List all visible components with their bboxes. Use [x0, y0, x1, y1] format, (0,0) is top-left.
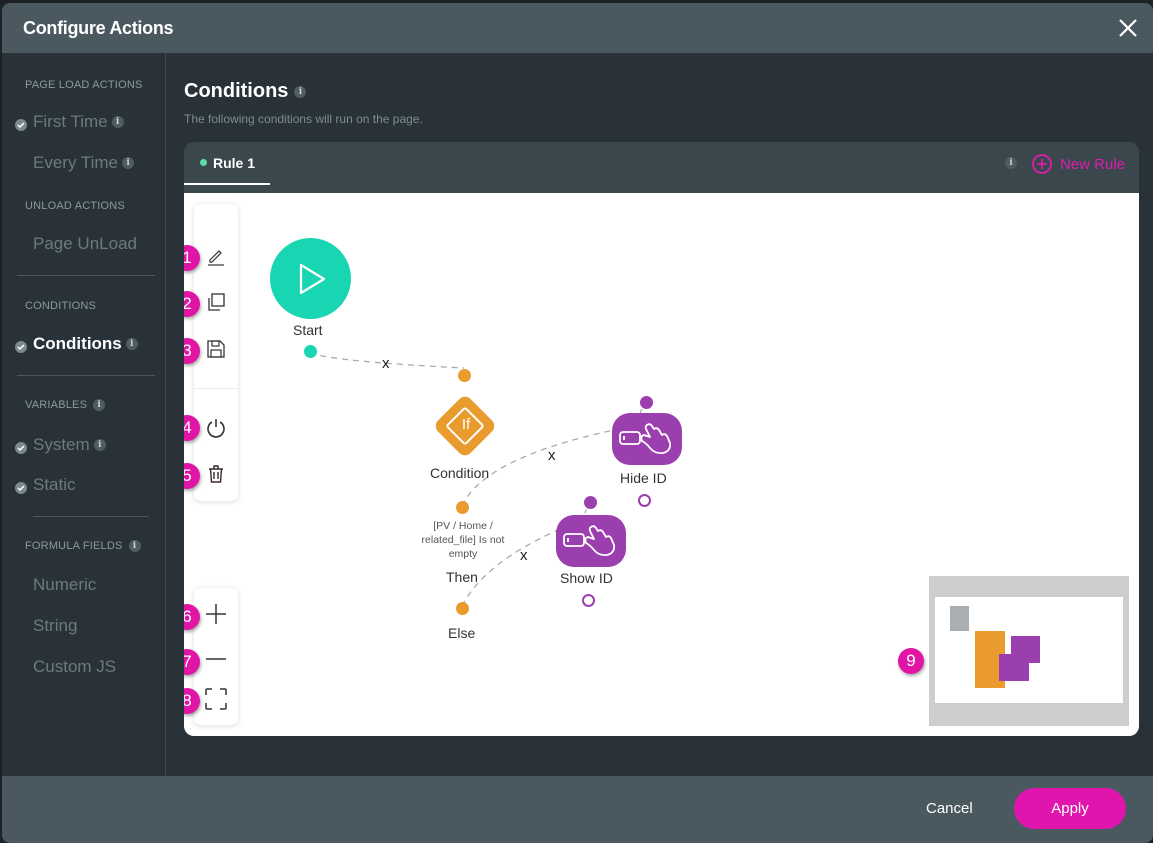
section-heading-page-load: PAGE LOAD ACTIONS — [25, 79, 143, 91]
then-label: Then — [446, 569, 478, 585]
show-input-port[interactable] — [584, 496, 597, 509]
info-icon[interactable]: i — [111, 116, 124, 128]
new-rule-button[interactable]: New Rule — [1032, 154, 1125, 174]
tab-rule-1[interactable]: Rule 1 — [184, 142, 270, 185]
configure-actions-dialog: Configure Actions PAGE LOAD ACTIONS Firs… — [2, 3, 1153, 843]
condition-label: Condition — [430, 465, 490, 481]
info-icon[interactable]: i — [93, 439, 106, 451]
sidebar-item-custom-js[interactable]: Custom JS — [33, 657, 116, 677]
info-icon[interactable]: i — [128, 540, 141, 552]
flow-canvas[interactable]: 1 2 3 4 5 6 7 8 9 Start x If Condition [… — [184, 193, 1139, 736]
section-heading-variables: VARIABLES i — [25, 399, 106, 411]
info-icon[interactable]: i — [294, 85, 307, 98]
divider — [17, 375, 155, 376]
rule-tabs-bar: Rule 1 i New Rule — [184, 142, 1139, 194]
node-toolbox — [194, 204, 238, 501]
zoom-in-icon[interactable] — [204, 602, 228, 626]
sidebar-item-numeric[interactable]: Numeric — [33, 575, 96, 595]
click-element-icon — [563, 525, 616, 557]
sidebar-item-every-time[interactable]: Every Time i — [33, 153, 135, 173]
page-subtitle: The following conditions will run on the… — [184, 112, 423, 126]
minimap[interactable] — [929, 576, 1129, 726]
divider — [33, 516, 149, 517]
section-heading-unload: UNLOAD ACTIONS — [25, 200, 125, 212]
minimap-show-node — [999, 654, 1029, 681]
sidebar-item-string[interactable]: String — [33, 616, 77, 636]
start-label: Start — [293, 322, 323, 338]
check-icon — [15, 482, 27, 494]
divider — [17, 275, 155, 276]
badge-9: 9 — [898, 648, 924, 674]
then-output-port[interactable] — [456, 501, 469, 514]
check-icon — [15, 442, 27, 454]
start-output-port[interactable] — [304, 345, 317, 358]
sidebar-item-system[interactable]: System i — [33, 435, 106, 455]
info-icon[interactable]: i — [122, 157, 135, 169]
dialog-title: Configure Actions — [23, 18, 174, 38]
remove-edge-icon[interactable]: x — [520, 547, 528, 564]
condition-input-port[interactable] — [458, 369, 471, 382]
copy-icon[interactable] — [204, 290, 228, 314]
hide-input-port[interactable] — [640, 396, 653, 409]
fit-screen-icon[interactable] — [204, 687, 228, 711]
section-heading-formula-fields: FORMULA FIELDS i — [25, 540, 141, 552]
dialog-footer: Cancel Apply — [2, 776, 1153, 843]
info-icon[interactable]: i — [125, 338, 138, 350]
info-icon[interactable]: i — [1005, 157, 1017, 169]
show-output-port[interactable] — [582, 594, 595, 607]
else-output-port[interactable] — [456, 602, 469, 615]
zoom-toolbox — [194, 588, 238, 725]
if-glyph: If — [461, 416, 471, 433]
sidebar-item-static[interactable]: Static — [33, 475, 76, 495]
cancel-button[interactable]: Cancel — [926, 800, 973, 817]
check-icon — [15, 341, 27, 353]
dialog-header: Configure Actions — [2, 3, 1153, 53]
apply-button[interactable]: Apply — [1014, 788, 1126, 829]
else-label: Else — [448, 625, 476, 641]
section-heading-conditions: CONDITIONS — [25, 300, 97, 312]
hide-output-port[interactable] — [638, 494, 651, 507]
hide-id-label: Hide ID — [620, 470, 667, 486]
save-icon[interactable] — [204, 337, 228, 361]
zoom-out-icon[interactable] — [204, 647, 228, 671]
show-id-label: Show ID — [560, 570, 613, 586]
edit-pencil-icon[interactable] — [204, 244, 228, 268]
sidebar-item-conditions[interactable]: Conditions i — [33, 334, 138, 354]
sidebar: PAGE LOAD ACTIONS First Time i Every Time… — [2, 53, 166, 776]
click-element-icon — [619, 423, 672, 455]
plus-circle-icon — [1032, 154, 1052, 174]
power-icon[interactable] — [204, 415, 228, 439]
trash-icon[interactable] — [204, 462, 228, 486]
divider — [194, 388, 238, 389]
start-node[interactable] — [270, 238, 351, 319]
tab-label: Rule 1 — [213, 154, 256, 171]
sidebar-item-first-time[interactable]: First Time i — [33, 112, 124, 132]
condition-expression: [PV / Home / related_file] Is not empty — [421, 520, 505, 560]
sidebar-item-page-unload[interactable]: Page UnLoad — [33, 234, 137, 254]
remove-edge-icon[interactable]: x — [548, 447, 556, 464]
remove-edge-icon[interactable]: x — [382, 355, 390, 372]
page-title: Conditions i — [184, 80, 307, 103]
status-dot — [200, 159, 207, 166]
minimap-start-node — [950, 606, 969, 631]
check-icon — [15, 119, 27, 131]
hide-id-node[interactable] — [612, 413, 682, 465]
close-icon[interactable] — [1117, 17, 1139, 39]
info-icon[interactable]: i — [93, 399, 106, 411]
show-id-node[interactable] — [556, 515, 626, 567]
play-icon — [299, 263, 326, 295]
